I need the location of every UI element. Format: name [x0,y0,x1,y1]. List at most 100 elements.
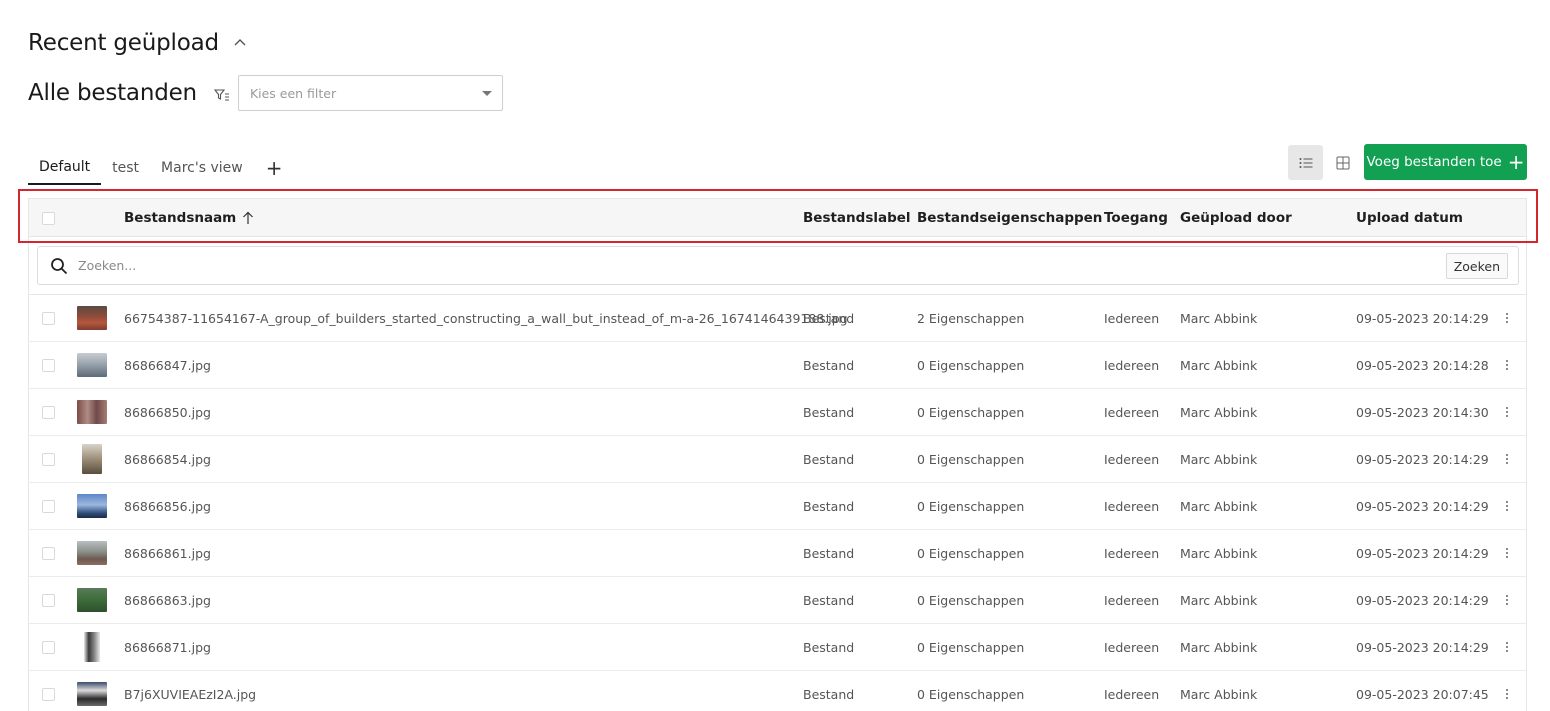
file-thumbnail[interactable] [77,494,107,518]
sort-ascending-icon[interactable] [242,211,254,225]
recent-uploaded-header[interactable]: Recent geüpload [28,30,247,56]
file-name[interactable]: 86866854.jpg [124,436,211,482]
file-uploaded-by: Marc Abbink [1180,310,1258,326]
table-row[interactable]: 86866847.jpg Bestand 0 Eigenschappen Iedere… [29,342,1526,389]
file-name[interactable]: 86866856.jpg [124,483,211,529]
file-thumbnail[interactable] [84,632,100,662]
file-uploaded-by: Marc Abbink [1180,451,1258,467]
thumbnail-cell [84,624,100,670]
table-row[interactable]: 86866871.jpg Bestand 0 Eigenschappen Iedere… [29,624,1526,671]
file-upload-date: 09-05-2023 20:07:45 [1356,686,1489,702]
column-header-label[interactable]: Bestandslabel [803,199,911,237]
table-row[interactable]: 86866856.jpg Bestand 0 Eigenschappen Iedere… [29,483,1526,530]
thumbnail-cell [77,530,107,576]
row-checkbox[interactable] [42,452,55,466]
row-checkbox[interactable] [42,546,55,560]
file-uploaded-by: Marc Abbink [1180,498,1258,514]
filter-select[interactable]: Kies een filter [237,75,503,111]
row-checkbox[interactable] [42,593,55,607]
table-row[interactable]: B7j6XUVIEAEzI2A.jpg Bestand 0 Eigenschappe… [29,671,1526,711]
column-header-name-label: Bestandsnaam [124,210,237,226]
row-checkbox[interactable] [42,687,55,701]
column-header-upload-date[interactable]: Upload datum [1356,199,1463,237]
tab-test[interactable]: test [101,150,150,185]
table-row[interactable]: 86866861.jpg Bestand 0 Eigenschappen Iedere… [29,530,1526,577]
row-menu-cell [1505,389,1509,435]
file-name[interactable]: 86866847.jpg [124,342,211,388]
file-name[interactable]: 66754387-11654167-A_group_of_builders_st… [124,295,848,341]
select-all-cell [42,199,55,237]
file-access: Iedereen [1104,498,1160,514]
file-access: Iedereen [1104,357,1160,373]
thumbnail-cell [77,671,107,711]
file-name[interactable]: 86866861.jpg [124,530,211,576]
more-vertical-icon[interactable] [1505,594,1509,606]
file-uploaded-by: Marc Abbink [1180,639,1258,655]
row-checkbox[interactable] [42,311,55,325]
file-uploaded-by: Marc Abbink [1180,686,1258,702]
tab-marcs-view[interactable]: Marc's view [150,150,254,185]
file-properties: 0 Eigenschappen [917,545,1025,561]
file-name[interactable]: B7j6XUVIEAEzI2A.jpg [124,671,256,711]
column-header-properties[interactable]: Bestandseigenschappen [917,199,1102,237]
more-vertical-icon[interactable] [1505,641,1509,653]
select-all-checkbox[interactable] [42,211,55,225]
tab-default[interactable]: Default [28,150,102,185]
row-menu-cell [1505,436,1509,482]
table-search-box: Zoeken [37,246,1519,285]
file-name[interactable]: 86866850.jpg [124,389,211,435]
row-select-cell [42,577,55,623]
file-name[interactable]: 86866863.jpg [124,577,211,623]
more-vertical-icon[interactable] [1505,547,1509,559]
file-thumbnail[interactable] [82,444,102,474]
column-header-access[interactable]: Toegang [1104,199,1168,237]
file-properties: 0 Eigenschappen [917,404,1025,420]
table-row[interactable]: 86866863.jpg Bestand 0 Eigenschappen Iedere… [29,577,1526,624]
add-files-button[interactable]: Voeg bestanden toe + [1364,144,1527,180]
row-checkbox[interactable] [42,358,55,372]
file-table-body: 66754387-11654167-A_group_of_builders_st… [28,294,1527,711]
search-input[interactable] [78,258,1378,273]
file-thumbnail[interactable] [77,353,107,377]
row-menu-cell [1505,671,1509,711]
table-row[interactable]: 86866850.jpg Bestand 0 Eigenschappen Iedere… [29,389,1526,436]
row-checkbox[interactable] [42,640,55,654]
row-select-cell [42,342,55,388]
file-thumbnail[interactable] [77,588,107,612]
row-menu-cell [1505,295,1509,341]
caret-down-icon [481,90,492,96]
file-thumbnail[interactable] [77,682,107,706]
file-name[interactable]: 86866871.jpg [124,624,211,670]
more-vertical-icon[interactable] [1505,453,1509,465]
row-checkbox[interactable] [42,405,55,419]
thumbnail-cell [77,295,107,341]
search-button[interactable]: Zoeken [1445,253,1508,279]
more-vertical-icon[interactable] [1505,500,1509,512]
table-row[interactable]: 86866854.jpg Bestand 0 Eigenschappen Iedere… [29,436,1526,483]
file-thumbnail[interactable] [77,400,107,424]
list-view-button[interactable] [1288,145,1323,180]
table-row[interactable]: 66754387-11654167-A_group_of_builders_st… [29,295,1526,342]
file-label: Bestand [803,639,855,655]
more-vertical-icon[interactable] [1505,312,1509,324]
row-select-cell [42,295,55,341]
column-header-uploaded-by[interactable]: Geüpload door [1180,199,1292,237]
add-tab-button[interactable]: + [254,150,295,185]
grid-view-button[interactable] [1328,145,1358,180]
more-vertical-icon[interactable] [1505,406,1509,418]
file-properties: 0 Eigenschappen [917,498,1025,514]
file-thumbnail[interactable] [77,541,107,565]
thumbnail-cell [77,577,107,623]
filter-icon[interactable] [213,87,230,103]
file-thumbnail[interactable] [77,306,107,330]
row-checkbox[interactable] [42,499,55,513]
file-upload-date: 09-05-2023 20:14:29 [1356,639,1489,655]
more-vertical-icon[interactable] [1505,688,1509,700]
chevron-up-icon[interactable] [233,36,247,50]
more-vertical-icon[interactable] [1505,359,1509,371]
file-access: Iedereen [1104,451,1160,467]
table-search-row: Zoeken [28,237,1527,294]
column-header-name[interactable]: Bestandsnaam [124,199,254,237]
recent-uploaded-title: Recent geüpload [28,30,219,56]
file-access: Iedereen [1104,404,1160,420]
